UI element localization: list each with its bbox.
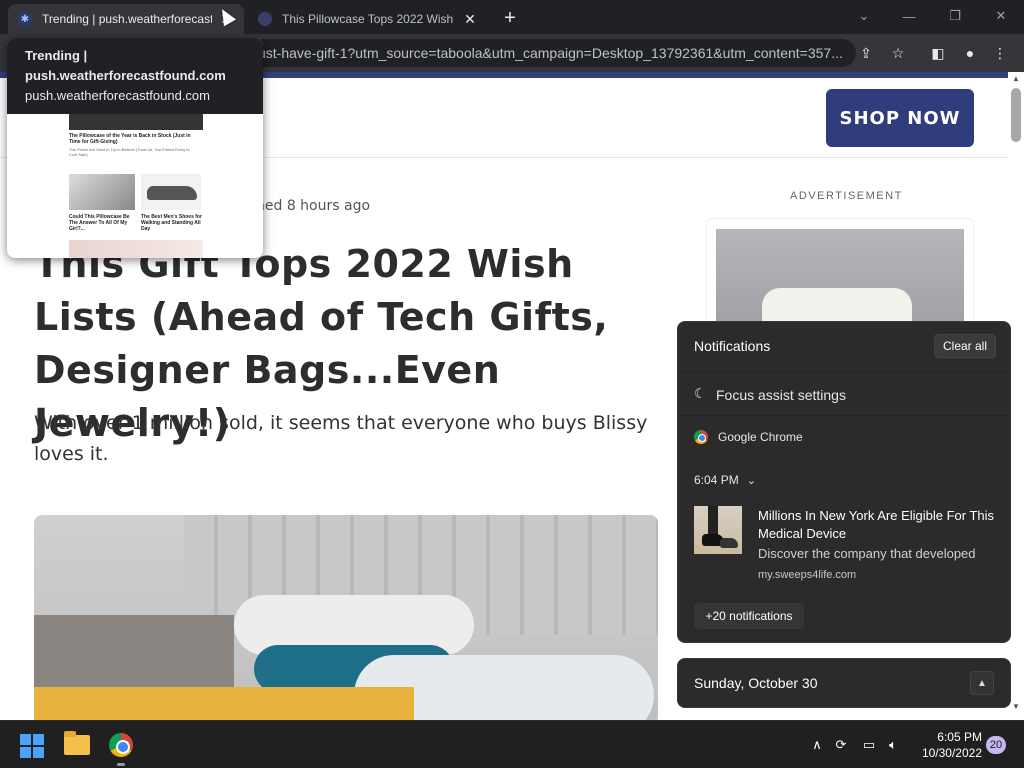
address-bar[interactable]: ust-have-gift-1?utm_source=taboola&utm_c… <box>250 39 856 67</box>
tab-search-icon[interactable]: ⌄ <box>848 4 880 28</box>
focus-assist-label: Focus assist settings <box>716 387 846 403</box>
sync-icon[interactable]: ⟳ <box>832 737 850 753</box>
hover-card-title-line2: push.weatherforecastfound.com <box>25 68 226 83</box>
hover-card-preview: The Pillowcase of the Year is Back in St… <box>63 114 213 258</box>
hover-card-title: Trending | <box>25 48 88 63</box>
close-window-icon[interactable]: ✕ <box>985 4 1017 28</box>
chevron-up-icon[interactable]: ∧ <box>808 737 826 753</box>
notification-body[interactable]: Discover the company that developed <box>758 546 998 561</box>
tab-pillowcase[interactable]: This Pillowcase Tops 2022 Wish Lists ✕ <box>248 4 488 34</box>
close-tab-icon[interactable]: ✕ <box>462 11 478 27</box>
focus-assist-settings[interactable]: ☾ Focus assist settings <box>678 372 1010 416</box>
notification-image <box>694 506 742 554</box>
chrome-taskbar-icon[interactable] <box>109 733 133 757</box>
leg <box>708 506 718 536</box>
tab-hover-card: Trending | push.weatherforecastfound.com… <box>7 38 263 258</box>
windows-start-icon[interactable] <box>20 734 44 758</box>
taskbar: ∧ ⟳ ▭ 🔈︎ 6:05 PM 10/30/2022 20 <box>0 720 1024 768</box>
menu-icon[interactable]: ⋮ <box>990 43 1010 63</box>
moon-icon: ☾ <box>694 385 707 401</box>
chrome-icon <box>694 430 708 444</box>
shoe <box>720 538 738 548</box>
preview-story-title: The Best Men's Shoes for Walking and Sta… <box>141 214 202 232</box>
preview-story-title: Could This Pillowcase Be The Answer To A… <box>69 214 130 232</box>
preview-image <box>69 240 203 258</box>
app-name: Google Chrome <box>718 430 803 444</box>
published-time: hed 8 hours ago <box>256 198 371 214</box>
snowflake-icon: ✱ <box>18 12 32 26</box>
notification-app-header: Google Chrome <box>694 430 803 444</box>
shop-now-button[interactable]: SHOP NOW <box>826 89 974 147</box>
notification-center: Notifications Clear all ☾ Focus assist s… <box>677 321 1011 643</box>
chevron-down-icon[interactable]: ⌄ <box>747 475 756 487</box>
network-icon[interactable]: ▭ <box>860 737 878 753</box>
new-tab-button[interactable]: + <box>498 6 522 30</box>
site-icon <box>258 12 272 26</box>
running-indicator <box>117 763 125 766</box>
preview-image <box>69 114 203 130</box>
bookmark-star-icon[interactable]: ☆ <box>888 43 908 63</box>
more-notifications-button[interactable]: +20 notifications <box>694 603 804 629</box>
preview-story-title: The Pillowcase of the Year is Back in St… <box>69 133 191 145</box>
hero-image <box>34 515 658 720</box>
article-subheading: With over 1 million sold, it seems that … <box>34 412 648 465</box>
hover-card-header: Trending | push.weatherforecastfound.com… <box>7 38 263 114</box>
minimize-icon[interactable]: — <box>893 4 925 28</box>
notification-title[interactable]: Millions In New York Are Eligible For Th… <box>758 507 998 543</box>
clock-time: 6:05 PM <box>937 730 982 744</box>
clear-all-button[interactable]: Clear all <box>934 334 996 358</box>
taskbar-clock[interactable]: 6:05 PM 10/30/2022 <box>912 729 982 761</box>
preview-story-sub: The Prices Are Hard to Try to Believe (T… <box>69 147 190 157</box>
notifications-heading: Notifications <box>694 338 771 354</box>
tab-trending[interactable]: ✱ Trending | push.weatherforecastfound.c… <box>8 4 244 34</box>
notification-time-group[interactable]: 6:04 PM ⌄ <box>694 473 756 487</box>
side-panel-icon[interactable]: ◧ <box>928 43 948 63</box>
notification-count-badge[interactable]: 20 <box>986 736 1006 754</box>
tab-strip: ✱ Trending | push.weatherforecastfound.c… <box>0 0 1024 34</box>
file-explorer-icon[interactable] <box>64 731 90 755</box>
scroll-up-icon[interactable]: ▲ <box>1012 74 1020 83</box>
tab-title: This Pillowcase Tops 2022 Wish Lists <box>282 12 456 26</box>
clock-date: 10/30/2022 <box>921 746 982 760</box>
notification-time: 6:04 PM <box>694 473 739 487</box>
hover-card-domain: push.weatherforecastfound.com <box>25 88 210 103</box>
tab-title: Trending | push.weatherforecastfound.com <box>42 12 212 26</box>
advertisement-label: ADVERTISEMENT <box>790 190 903 202</box>
scrollbar-thumb[interactable] <box>1011 88 1021 142</box>
chevron-up-icon[interactable]: ▲ <box>970 671 994 695</box>
blanket <box>34 687 414 720</box>
volume-icon[interactable]: 🔈︎ <box>884 737 902 753</box>
profile-icon[interactable]: ● <box>960 43 980 63</box>
preview-image <box>141 174 201 210</box>
calendar-date: Sunday, October 30 <box>694 675 818 691</box>
restore-icon[interactable]: ❐ <box>939 4 971 28</box>
calendar-panel[interactable]: Sunday, October 30 ▲ <box>677 658 1011 708</box>
shoe-image <box>147 186 197 200</box>
notification-source: my.sweeps4life.com <box>758 569 857 581</box>
share-icon[interactable]: ⇪ <box>856 43 876 63</box>
scroll-down-icon[interactable]: ▼ <box>1012 702 1020 711</box>
preview-image <box>69 174 135 210</box>
